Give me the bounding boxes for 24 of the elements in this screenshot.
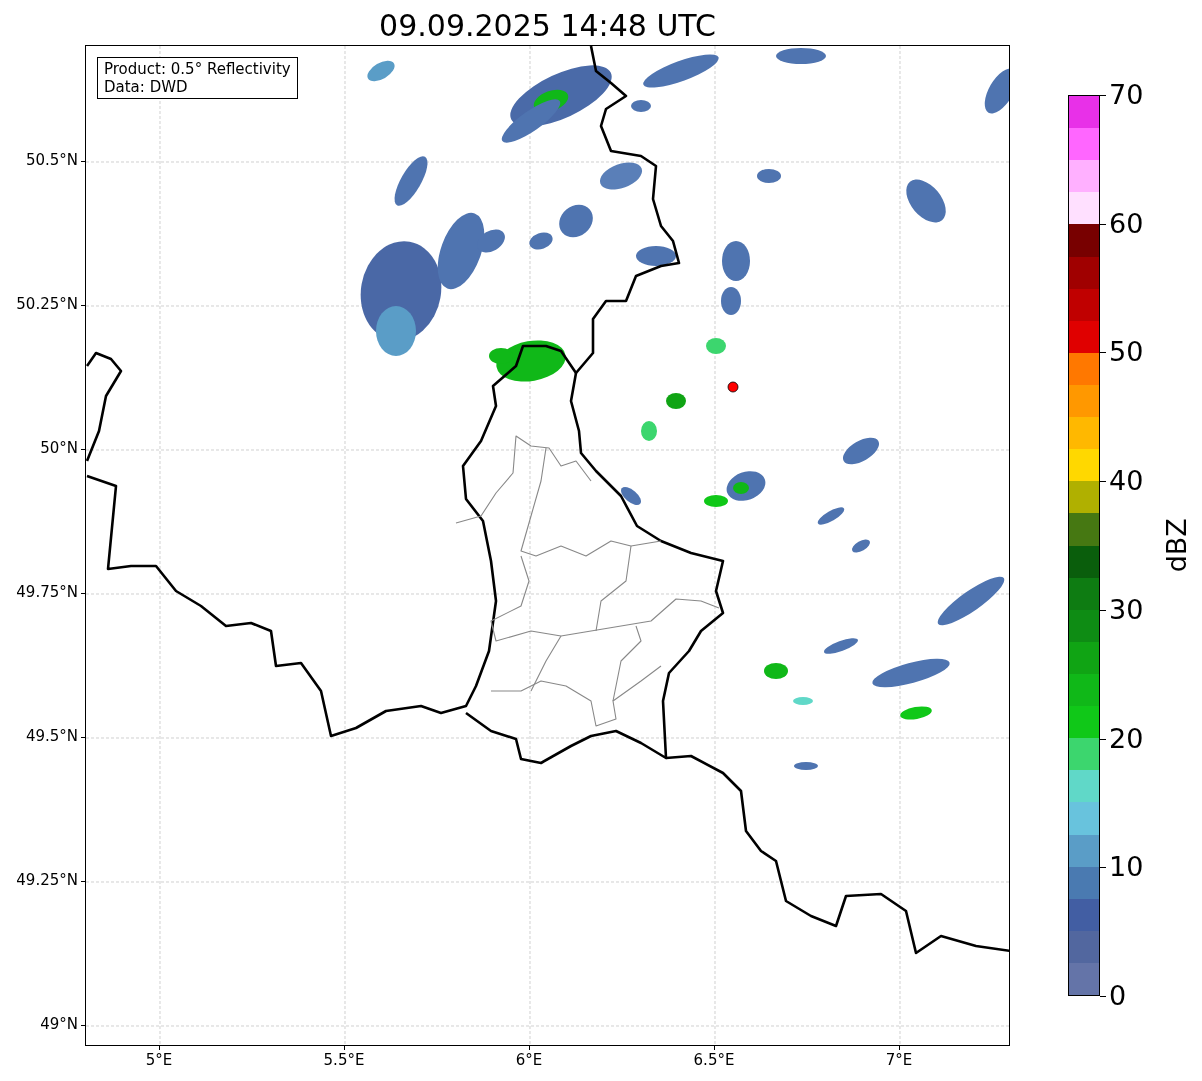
colorbar-label: dBZ [1159, 518, 1193, 573]
latitude-label: 49.5°N [25, 729, 78, 744]
colorbar-tick-label: 0 [1109, 982, 1127, 1009]
colorbar-tick-label: 60 [1109, 209, 1144, 237]
colorbar-tick-label: 40 [1109, 467, 1144, 495]
latitude-label: 49.75°N [16, 585, 78, 600]
colorbar-tick-label: 10 [1109, 853, 1144, 881]
latitude-label: 50.25°N [16, 297, 78, 312]
chart-title: 09.09.2025 14:48 UTC [379, 11, 716, 45]
longitude-label: 6.5°E [693, 1053, 735, 1068]
longitude-label: 7°E [885, 1053, 913, 1068]
longitude-label: 5.5°E [323, 1053, 365, 1068]
latitude-label: 50.5°N [25, 153, 78, 168]
colorbar-tick-label: 70 [1109, 81, 1144, 108]
colorbar-tick-label: 30 [1109, 595, 1144, 623]
latitude-label: 50°N [40, 441, 78, 456]
colorbar-tick-label: 20 [1109, 724, 1144, 752]
info-box: Product: 0.5° Reflectivity Data: DWD [97, 57, 298, 99]
longitude-label: 6°E [515, 1053, 543, 1068]
colorbar-tick-label: 50 [1109, 338, 1144, 366]
radar-site-marker [727, 381, 739, 393]
latitude-label: 49°N [40, 1017, 78, 1032]
longitude-label: 5°E [145, 1053, 173, 1068]
latitude-label: 49.25°N [16, 873, 78, 888]
